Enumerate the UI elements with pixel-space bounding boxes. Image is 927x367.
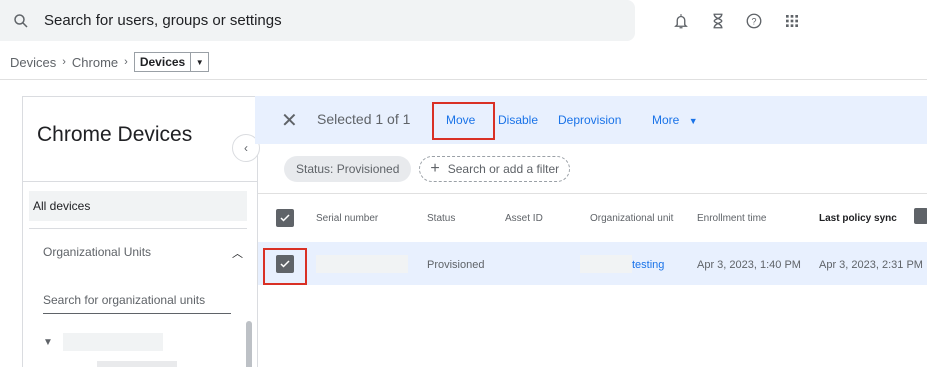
table-row[interactable]: Provisioned testing Apr 3, 2023, 1:40 PM… [258,242,927,285]
notifications-icon[interactable] [670,10,692,32]
caret-down-icon: ▼ [688,116,698,126]
search-icon [14,13,28,28]
status-filter-chip[interactable]: Status: Provisioned [284,156,412,182]
org-units-label: Organizational Units [43,245,152,259]
serial-number-redacted [316,255,408,273]
last-policy-sync-cell: Apr 3, 2023, 2:31 PM [819,259,923,271]
sidebar-panel: Chrome Devices All devices Organizationa… [22,96,258,367]
apps-grid-icon[interactable] [781,10,803,32]
more-button[interactable]: More ▼ [652,113,698,127]
breadcrumb-current-dropdown[interactable]: Devices ▼ [133,52,210,72]
table-header: Serial number Status Asset ID Organizati… [258,193,927,242]
more-label: More [652,113,680,127]
disable-button[interactable]: Disable [498,113,538,127]
chevron-up-icon: ︿ [232,248,243,260]
org-path-redacted [580,255,632,273]
breadcrumb: Devices › Chrome › Devices ▼ [10,51,210,73]
chevron-right-icon: › [124,56,128,68]
column-serial-number[interactable]: Serial number [316,213,378,224]
highlight-box-checkbox [263,248,307,285]
hourglass-icon[interactable] [707,10,729,32]
org-unit-link[interactable]: testing [632,259,664,271]
breadcrumb-current: Devices [139,55,186,69]
select-all-checkbox[interactable] [276,209,294,227]
column-org-unit[interactable]: Organizational unit [590,213,673,224]
column-status[interactable]: Status [427,213,455,224]
chevron-right-icon: › [62,56,66,68]
add-filter-chip[interactable]: + Search or add a filter [419,156,571,182]
add-filter-label: Search or add a filter [447,162,560,176]
org-tree-root[interactable]: ▼ [43,333,163,351]
scrollbar-thumb[interactable] [246,321,252,367]
highlight-box-move [432,102,495,140]
selection-count: Selected 1 of 1 [317,111,411,127]
org-tree-child[interactable] [97,361,177,367]
divider [29,228,247,229]
column-asset-id[interactable]: Asset ID [505,213,543,224]
enrollment-time-cell: Apr 3, 2023, 1:40 PM [697,259,801,271]
help-icon[interactable]: ? [743,10,765,32]
close-icon[interactable]: ✕ [281,108,298,133]
plus-icon: + [430,160,440,177]
breadcrumb-chrome[interactable]: Chrome [72,55,118,70]
status-cell: Provisioned [427,259,485,271]
sidebar-item-all-devices[interactable]: All devices [29,191,247,221]
chevron-left-icon: ‹ [244,141,248,155]
svg-text:?: ? [751,16,756,26]
org-unit-name [62,333,163,351]
caret-down-icon: ▼ [43,336,53,348]
search-input[interactable]: Search for users, groups or settings [44,12,282,29]
breadcrumb-devices[interactable]: Devices [10,55,56,70]
caret-down-icon: ▼ [190,53,208,71]
filter-bar: Status: Provisioned + Search or add a fi… [284,156,571,182]
deprovision-button[interactable]: Deprovision [558,113,621,127]
panel-title: Chrome Devices [37,123,193,146]
column-enrollment-time[interactable]: Enrollment time [697,213,766,224]
org-units-toggle[interactable]: Organizational Units ︿ [43,245,243,261]
selection-action-bar: ✕ Selected 1 of 1 Move Disable Deprovisi… [255,96,927,144]
org-units-search-input[interactable]: Search for organizational units [43,293,231,314]
column-last-policy-sync[interactable]: Last policy sync [819,213,897,224]
header-divider [0,79,927,80]
search-bar[interactable]: Search for users, groups or settings [0,0,635,41]
check-icon [280,214,290,222]
column-settings-icon[interactable] [914,208,927,224]
divider [23,181,257,182]
